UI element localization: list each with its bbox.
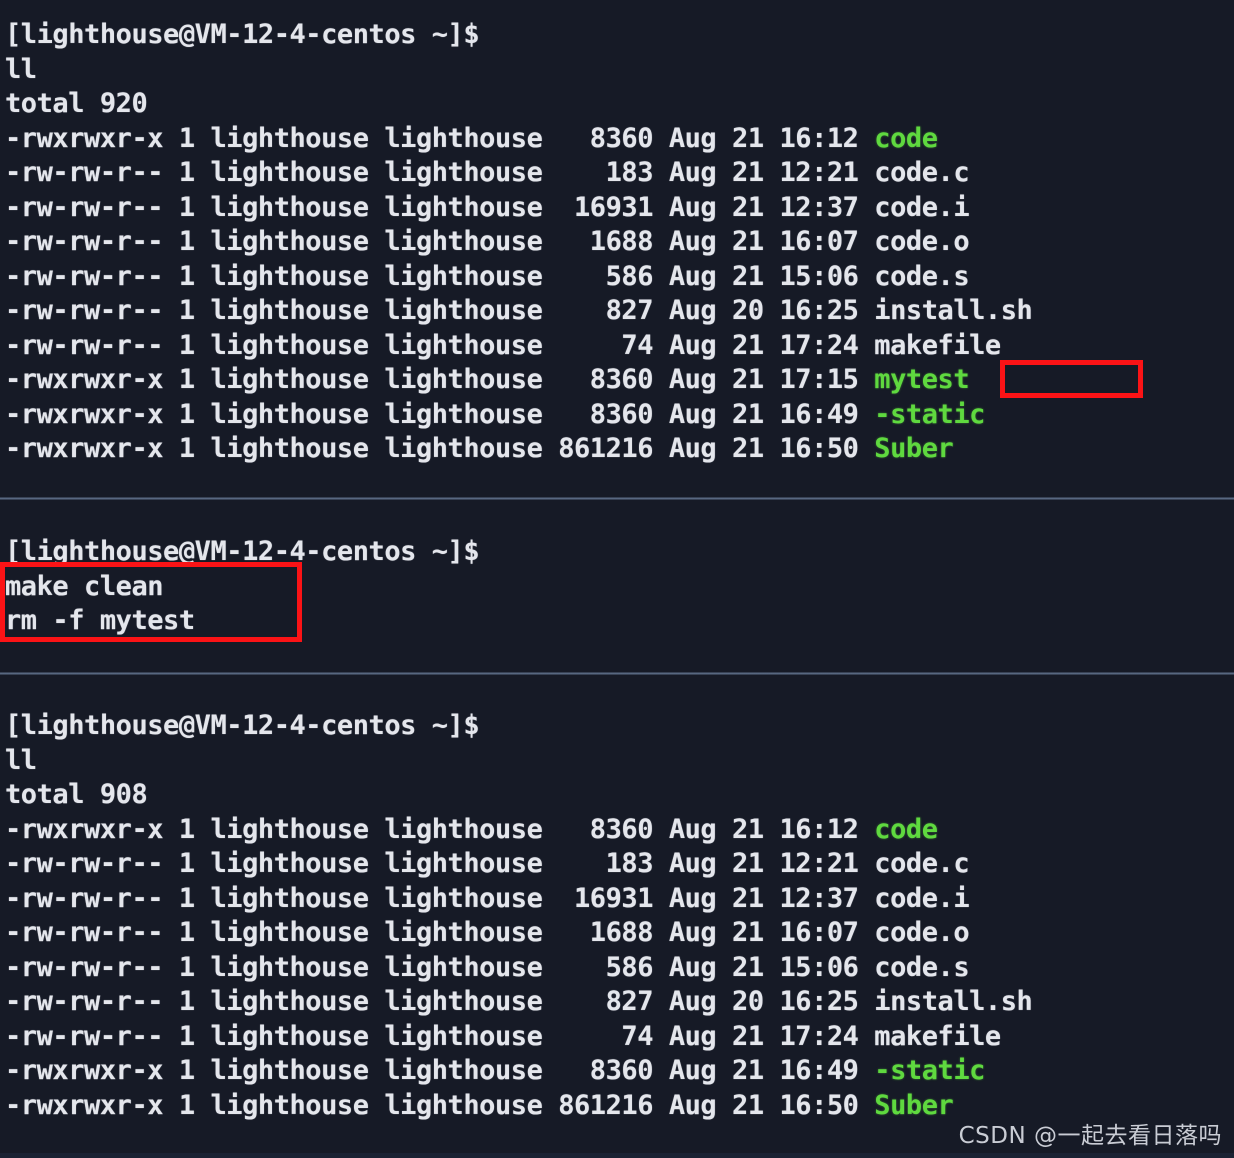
table-row: -rw-rw-r-- 1 lighthouse lighthouse 16931… [5, 882, 1032, 917]
table-row: -rw-rw-r-- 1 lighthouse lighthouse 16931… [5, 191, 1032, 226]
file-metadata: -rw-rw-r-- 1 lighthouse lighthouse 74 Au… [5, 1020, 875, 1052]
table-row: -rw-rw-r-- 1 lighthouse lighthouse 183 A… [5, 156, 1032, 191]
table-row: -rw-rw-r-- 1 lighthouse lighthouse 586 A… [5, 951, 1032, 986]
file-metadata: -rw-rw-r-- 1 lighthouse lighthouse 827 A… [5, 986, 875, 1017]
table-row: -rw-rw-r-- 1 lighthouse lighthouse 1688 … [5, 225, 1032, 260]
file-name: install.sh [874, 295, 1033, 326]
file-metadata: -rw-rw-r-- 1 lighthouse lighthouse 586 A… [5, 951, 875, 983]
file-name: makefile [874, 1020, 1001, 1052]
file-name: code.i [874, 882, 970, 914]
table-row: -rwxrwxr-x 1 lighthouse lighthouse 8360 … [5, 363, 1032, 398]
table-row: -rw-rw-r-- 1 lighthouse lighthouse 183 A… [5, 847, 1032, 882]
table-row: -rwxrwxr-x 1 lighthouse lighthouse 8360 … [5, 1054, 1032, 1089]
file-name: code.s [874, 260, 970, 292]
file-name: code.i [874, 191, 970, 223]
terminal-output-first-listing[interactable]: [lighthouse@VM-12-4-centos ~]$ ll total … [5, 18, 1033, 467]
file-metadata: -rw-rw-r-- 1 lighthouse lighthouse 16931… [5, 882, 875, 914]
file-metadata: -rw-rw-r-- 1 lighthouse lighthouse 183 A… [5, 157, 875, 188]
file-name: -static [874, 398, 985, 430]
file-name: code.s [874, 951, 970, 983]
file-name: install.sh [874, 986, 1033, 1017]
file-metadata: -rw-rw-r-- 1 lighthouse lighthouse 74 Au… [5, 329, 875, 361]
file-metadata: -rw-rw-r-- 1 lighthouse lighthouse 1688 … [5, 917, 875, 948]
file-metadata: -rwxrwxr-x 1 lighthouse lighthouse 8360 … [5, 122, 875, 154]
shell-prompt: [lighthouse@VM-12-4-centos ~]$ [5, 710, 480, 741]
total-line: total 908 [5, 779, 148, 810]
file-metadata: -rw-rw-r-- 1 lighthouse lighthouse 16931… [5, 191, 875, 223]
file-name: code.o [874, 917, 970, 948]
file-metadata: -rw-rw-r-- 1 lighthouse lighthouse 183 A… [5, 848, 875, 879]
terminal-output-make-clean[interactable]: [lighthouse@VM-12-4-centos ~]$ make clea… [5, 535, 480, 639]
table-row: -rwxrwxr-x 1 lighthouse lighthouse 8360 … [5, 122, 1032, 157]
file-name: code.c [874, 157, 970, 188]
file-name: Suber [874, 1089, 954, 1121]
shell-prompt: [lighthouse@VM-12-4-centos ~]$ [5, 536, 480, 567]
file-name: Suber [874, 433, 954, 464]
table-row: -rw-rw-r-- 1 lighthouse lighthouse 586 A… [5, 260, 1032, 295]
shell-prompt: [lighthouse@VM-12-4-centos ~]$ [5, 19, 480, 50]
table-row: -rwxrwxr-x 1 lighthouse lighthouse 8360 … [5, 813, 1032, 848]
file-metadata: -rw-rw-r-- 1 lighthouse lighthouse 1688 … [5, 226, 875, 257]
section-divider-1 [0, 497, 1234, 500]
shell-command: make clean [5, 570, 164, 602]
table-row: -rw-rw-r-- 1 lighthouse lighthouse 74 Au… [5, 1020, 1032, 1055]
file-name: -static [874, 1055, 985, 1086]
table-row: -rwxrwxr-x 1 lighthouse lighthouse 86121… [5, 1089, 1032, 1124]
file-name: code.o [874, 226, 970, 257]
file-name: mytest [874, 364, 970, 395]
file-metadata: -rw-rw-r-- 1 lighthouse lighthouse 827 A… [5, 295, 875, 326]
make-output: rm -f mytest [5, 605, 195, 636]
file-metadata: -rwxrwxr-x 1 lighthouse lighthouse 8360 … [5, 813, 875, 845]
table-row: -rw-rw-r-- 1 lighthouse lighthouse 827 A… [5, 985, 1033, 1020]
file-metadata: -rwxrwxr-x 1 lighthouse lighthouse 8360 … [5, 364, 875, 395]
shell-command: ll [5, 53, 37, 85]
file-metadata: -rwxrwxr-x 1 lighthouse lighthouse 86121… [5, 433, 875, 464]
bottom-edge-strip [0, 1153, 1234, 1158]
table-row: -rw-rw-r-- 1 lighthouse lighthouse 74 Au… [5, 329, 1032, 364]
terminal-screenshot: [lighthouse@VM-12-4-centos ~]$ ll total … [0, 0, 1234, 1158]
table-row: -rwxrwxr-x 1 lighthouse lighthouse 86121… [5, 432, 1032, 467]
table-row: -rw-rw-r-- 1 lighthouse lighthouse 1688 … [5, 916, 1032, 951]
file-metadata: -rwxrwxr-x 1 lighthouse lighthouse 86121… [5, 1089, 875, 1121]
file-metadata: -rwxrwxr-x 1 lighthouse lighthouse 8360 … [5, 1055, 875, 1086]
table-row: -rw-rw-r-- 1 lighthouse lighthouse 827 A… [5, 294, 1033, 329]
file-metadata: -rw-rw-r-- 1 lighthouse lighthouse 586 A… [5, 260, 875, 292]
file-name: code [874, 122, 938, 154]
shell-command: ll [5, 744, 37, 776]
csdn-watermark: CSDN @一起去看日落吗 [958, 1123, 1222, 1149]
file-name: code [874, 813, 938, 845]
total-line: total 920 [5, 88, 148, 119]
section-divider-2 [0, 672, 1234, 675]
file-name: makefile [874, 329, 1001, 361]
table-row: -rwxrwxr-x 1 lighthouse lighthouse 8360 … [5, 398, 1032, 433]
terminal-output-second-listing[interactable]: [lighthouse@VM-12-4-centos ~]$ ll total … [5, 709, 1033, 1124]
file-name: code.c [874, 848, 970, 879]
file-metadata: -rwxrwxr-x 1 lighthouse lighthouse 8360 … [5, 398, 875, 430]
